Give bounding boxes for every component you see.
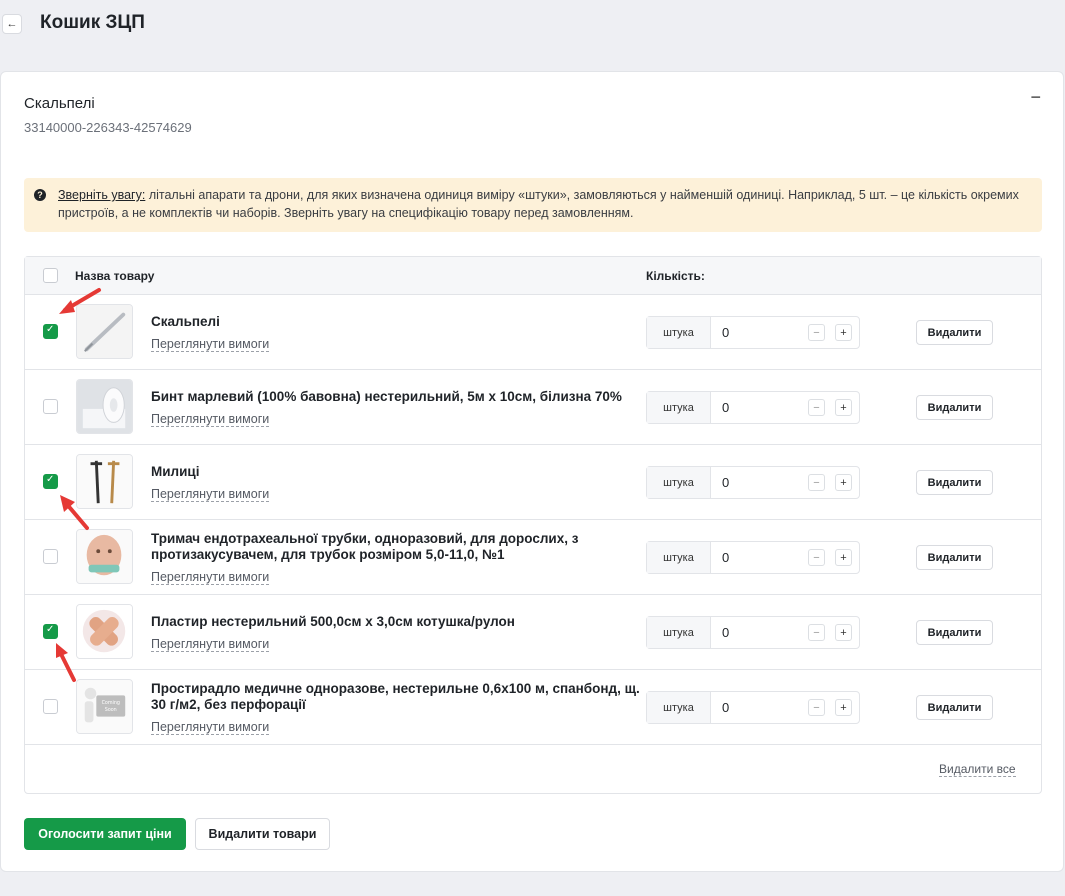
increment-button[interactable]: + bbox=[835, 399, 852, 416]
quantity-stepper: штука 0 − + bbox=[646, 316, 860, 349]
view-requirements-link[interactable]: Переглянути вимоги bbox=[151, 412, 270, 427]
notice-lead: Зверніть увагу: bbox=[58, 188, 146, 202]
row-checkbox[interactable] bbox=[43, 549, 58, 564]
product-image-coming-soon: Coming Soon bbox=[76, 679, 133, 734]
view-requirements-link[interactable]: Переглянути вимоги bbox=[151, 337, 270, 352]
decrement-button[interactable]: − bbox=[808, 399, 825, 416]
table-row: Милиці Переглянути вимоги штука 0 − + Ви… bbox=[25, 445, 1041, 520]
remove-items-button[interactable]: Видалити товари bbox=[195, 818, 330, 850]
page-title: Кошик ЗЦП bbox=[40, 12, 145, 33]
row-checkbox[interactable] bbox=[43, 324, 58, 339]
view-requirements-link[interactable]: Переглянути вимоги bbox=[151, 570, 270, 585]
row-checkbox[interactable] bbox=[43, 474, 58, 489]
unit-label: штука bbox=[647, 617, 711, 648]
quantity-stepper: штука 0 − + bbox=[646, 391, 860, 424]
table-row: Бинт марлевий (100% бавовна) нестерильни… bbox=[25, 370, 1041, 445]
delete-item-button[interactable]: Видалити bbox=[916, 620, 993, 645]
decrement-button[interactable]: − bbox=[808, 324, 825, 341]
product-image-scalpel bbox=[76, 304, 133, 359]
quantity-stepper: штука 0 − + bbox=[646, 466, 860, 499]
increment-button[interactable]: + bbox=[835, 474, 852, 491]
column-name-header: Назва товару bbox=[75, 269, 155, 283]
notice-banner: ? Зверніть увагу: літальні апарати та др… bbox=[24, 178, 1042, 232]
delete-item-button[interactable]: Видалити bbox=[916, 695, 993, 720]
table-row: Coming Soon Простирадло медичне одноразо… bbox=[25, 670, 1041, 745]
arrow-left-icon: ← bbox=[6, 18, 18, 30]
decrement-button[interactable]: − bbox=[808, 699, 825, 716]
increment-button[interactable]: + bbox=[835, 699, 852, 716]
unit-label: штука bbox=[647, 467, 711, 498]
quantity-input[interactable]: 0 bbox=[722, 475, 729, 490]
product-name: Бинт марлевий (100% бавовна) нестерильни… bbox=[151, 389, 622, 404]
coming-soon-line-1: Coming bbox=[102, 700, 120, 706]
lot-title: Скальпелі bbox=[24, 95, 95, 112]
delete-item-button[interactable]: Видалити bbox=[916, 320, 993, 345]
delete-all-link[interactable]: Видалити все bbox=[939, 762, 1016, 777]
quantity-input[interactable]: 0 bbox=[722, 625, 729, 640]
table-row: Тримач ендотрахеальної трубки, одноразов… bbox=[25, 520, 1041, 595]
product-image-plaster bbox=[76, 604, 133, 659]
row-checkbox[interactable] bbox=[43, 699, 58, 714]
decrement-button[interactable]: − bbox=[808, 624, 825, 641]
view-requirements-link[interactable]: Переглянути вимоги bbox=[151, 637, 270, 652]
view-requirements-link[interactable]: Переглянути вимоги bbox=[151, 720, 270, 735]
increment-button[interactable]: + bbox=[835, 549, 852, 566]
product-image-bandage bbox=[76, 379, 133, 434]
question-icon: ? bbox=[34, 189, 46, 201]
product-image-tube-holder bbox=[76, 529, 133, 584]
coming-soon-line-2: Soon bbox=[105, 707, 117, 713]
lot-card: Скальпелі 33140000-226343-42574629 − ? З… bbox=[0, 71, 1064, 872]
unit-label: штука bbox=[647, 317, 711, 348]
increment-button[interactable]: + bbox=[835, 324, 852, 341]
row-checkbox[interactable] bbox=[43, 624, 58, 639]
delete-item-button[interactable]: Видалити bbox=[916, 470, 993, 495]
unit-label: штука bbox=[647, 542, 711, 573]
unit-label: штука bbox=[647, 692, 711, 723]
request-price-button[interactable]: Оголосити запит ціни bbox=[24, 818, 186, 850]
delete-item-button[interactable]: Видалити bbox=[916, 395, 993, 420]
row-checkbox[interactable] bbox=[43, 399, 58, 414]
view-requirements-link[interactable]: Переглянути вимоги bbox=[151, 487, 270, 502]
quantity-input[interactable]: 0 bbox=[722, 550, 729, 565]
delete-item-button[interactable]: Видалити bbox=[916, 545, 993, 570]
increment-button[interactable]: + bbox=[835, 624, 852, 641]
quantity-stepper: штука 0 − + bbox=[646, 691, 860, 724]
quantity-input[interactable]: 0 bbox=[722, 700, 729, 715]
product-name: Простирадло медичне одноразове, нестерил… bbox=[151, 681, 640, 712]
column-qty-header: Кількість: bbox=[646, 269, 705, 283]
product-name: Пластир нестерильний 500,0см х 3,0см кот… bbox=[151, 614, 515, 629]
product-name: Скальпелі bbox=[151, 314, 220, 329]
unit-label: штука bbox=[647, 392, 711, 423]
product-image-crutches bbox=[76, 454, 133, 509]
notice-text: літальні апарати та дрони, для яких визн… bbox=[58, 188, 1019, 220]
table-row: Скальпелі Переглянути вимоги штука 0 − +… bbox=[25, 295, 1041, 370]
select-all-checkbox[interactable] bbox=[43, 268, 58, 283]
lot-code: 33140000-226343-42574629 bbox=[24, 120, 192, 135]
back-button[interactable]: ← bbox=[2, 14, 22, 34]
quantity-stepper: штука 0 − + bbox=[646, 541, 860, 574]
quantity-input[interactable]: 0 bbox=[722, 325, 729, 340]
decrement-button[interactable]: − bbox=[808, 474, 825, 491]
table-row: Пластир нестерильний 500,0см х 3,0см кот… bbox=[25, 595, 1041, 670]
quantity-stepper: штука 0 − + bbox=[646, 616, 860, 649]
collapse-button[interactable]: − bbox=[1030, 87, 1041, 108]
table-header: Назва товару Кількість: bbox=[25, 257, 1041, 295]
product-name: Тримач ендотрахеальної трубки, одноразов… bbox=[151, 531, 579, 562]
product-name: Милиці bbox=[151, 464, 200, 479]
quantity-input[interactable]: 0 bbox=[722, 400, 729, 415]
cart-table: Назва товару Кількість: Скальпелі Перегл… bbox=[24, 256, 1042, 794]
decrement-button[interactable]: − bbox=[808, 549, 825, 566]
